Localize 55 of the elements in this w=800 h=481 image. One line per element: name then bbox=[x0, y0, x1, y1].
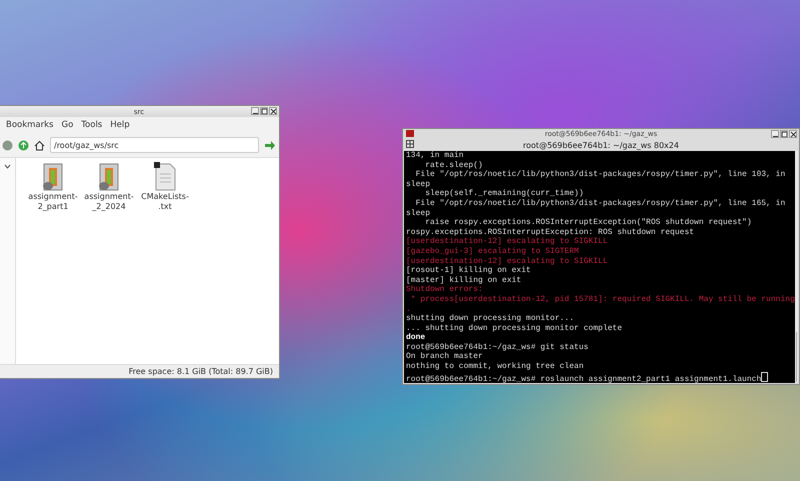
terminal-line: [gazebo_gui-3] escalating to SIGTERM bbox=[406, 246, 579, 256]
file-name[interactable]: assignment- _2_2024 bbox=[84, 192, 134, 212]
minimize-button[interactable] bbox=[251, 107, 259, 115]
terminal-line: raise rospy.exceptions.ROSInterruptException("ROS shutdown request") bbox=[424, 218, 752, 228]
cursor bbox=[761, 372, 768, 382]
terminal-line: rate.sleep() bbox=[424, 160, 483, 170]
menu-item[interactable]: Help bbox=[110, 120, 130, 130]
terminal-line: ... shutting down processing monitor complete bbox=[406, 324, 622, 333]
close-button[interactable] bbox=[789, 130, 797, 138]
terminal-line: sleep(self._remaining(curr_time)) bbox=[424, 189, 584, 198]
terminal-line: [userdestination-12] escalating to SIGKILL bbox=[406, 237, 608, 246]
terminal-line: sleep bbox=[406, 180, 430, 189]
scrollbar-thumb[interactable] bbox=[796, 332, 797, 382]
terminal-line: shutting down processing monitor... bbox=[406, 314, 574, 324]
terminal-line: done bbox=[406, 333, 426, 342]
go-icon[interactable] bbox=[264, 140, 276, 150]
terminal-line: root@569b6ee764b1:~/gaz_ws# git status bbox=[406, 342, 588, 352]
chevron-down-icon[interactable] bbox=[4, 164, 10, 169]
terminal-line: * process[userdestination-12, pid 15781]: required SIGKILL. May still be running bbox=[410, 294, 795, 304]
maximize-icon bbox=[261, 108, 267, 114]
scrollbar[interactable] bbox=[794, 151, 798, 383]
terminal-line: [userdestination-12] escalating to SIGKILL bbox=[406, 256, 608, 266]
close-icon bbox=[790, 131, 796, 137]
terminal-line: . bbox=[406, 304, 411, 314]
maximize-icon bbox=[781, 131, 787, 137]
menu-item[interactable]: Bookmarks bbox=[6, 120, 54, 130]
terminal-line: 134, in main bbox=[406, 151, 464, 160]
grid-icon[interactable] bbox=[406, 140, 414, 148]
terminal-line: Shutdown errors: bbox=[406, 285, 483, 294]
terminal-tab-title: root@569b6ee764b1: ~/gaz_ws 80x24 bbox=[523, 140, 679, 150]
terminal-line: [rosout-1] killing on exit bbox=[406, 266, 531, 276]
minimize-button[interactable] bbox=[771, 130, 779, 138]
terminal-line: File "/opt/ros/noetic/lib/python3/dist-packages/rospy/timer.py", line 165, in bbox=[414, 198, 786, 208]
terminal-line: File "/opt/ros/noetic/lib/python3/dist-packages/rospy/timer.py", line 103, in bbox=[414, 170, 786, 180]
terminal-line: sleep bbox=[406, 208, 430, 218]
terminal-icon bbox=[406, 130, 414, 137]
file-name[interactable]: assignment- 2_part1 bbox=[28, 192, 78, 212]
menu-item[interactable]: Tools bbox=[81, 120, 102, 130]
file-name[interactable]: CMakeLists- .txt bbox=[141, 192, 189, 212]
home-icon[interactable] bbox=[34, 140, 45, 150]
terminal-line: root@569b6ee764b1:~/gaz_ws# roslaunch assignment2_part1 assignment1.launch bbox=[406, 374, 762, 384]
maximize-button[interactable] bbox=[780, 130, 788, 138]
menu-item[interactable]: Go bbox=[62, 120, 74, 130]
up-icon[interactable] bbox=[18, 140, 29, 150]
terminal-line: nothing to commit, working tree clean bbox=[406, 362, 584, 372]
terminal-line: rospy.exceptions.ROSInterruptException: ROS shutdown request bbox=[406, 228, 694, 237]
back-icon[interactable] bbox=[2, 140, 13, 150]
status-text: Free space: 8.1 GiB (Total: 89.7 GiB) bbox=[128, 367, 273, 376]
terminal-line: [master] killing on exit bbox=[406, 276, 522, 285]
close-icon bbox=[270, 108, 276, 114]
close-button[interactable] bbox=[269, 107, 277, 115]
terminal-line: On branch master bbox=[406, 352, 483, 362]
text-file-icon bbox=[152, 162, 178, 192]
path-field[interactable]: /root/gaz_ws/src bbox=[50, 137, 259, 153]
maximize-button[interactable] bbox=[260, 107, 268, 115]
